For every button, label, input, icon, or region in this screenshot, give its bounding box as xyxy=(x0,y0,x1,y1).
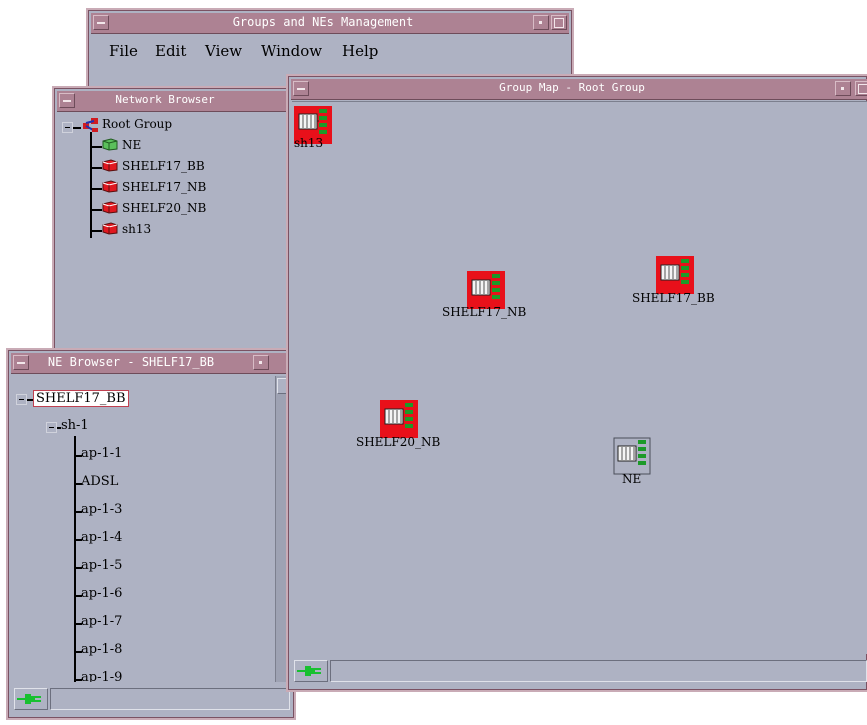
network-tree: Root Group NE SHELF17_BB SHELF17_NB SHEL… xyxy=(58,114,286,360)
map-node-label: NE xyxy=(622,472,642,486)
groups-window-title: Groups and NEs Management xyxy=(232,15,414,29)
group-map-status-bar xyxy=(292,658,867,684)
slot-item[interactable]: ap-1-9 xyxy=(81,670,122,682)
root-group-label[interactable]: Root Group xyxy=(102,117,172,131)
slot-item[interactable]: ap-1-3 xyxy=(81,502,122,517)
ne-red-icon xyxy=(102,222,118,235)
minimize-button[interactable] xyxy=(253,355,269,370)
slot-item[interactable]: ap-1-8 xyxy=(81,642,122,657)
tree-item-label[interactable]: SHELF17_NB xyxy=(122,180,206,194)
ne-root-label[interactable]: SHELF17_BB xyxy=(33,390,129,407)
menu-file[interactable]: File xyxy=(109,42,138,60)
shelf-label[interactable]: sh-1 xyxy=(61,418,89,433)
minimize-button[interactable] xyxy=(533,15,549,30)
maximize-button[interactable] xyxy=(855,81,867,96)
tree-connector xyxy=(90,188,102,190)
collapse-root-toggle[interactable] xyxy=(62,122,73,133)
map-node-icon[interactable] xyxy=(613,437,651,475)
ne-browser-status-bar xyxy=(12,686,290,712)
collapse-shelf-toggle[interactable] xyxy=(16,394,27,405)
group-map-window: Group Map - Root Group sh13 SHELF17_NB S… xyxy=(286,74,867,692)
slot-item[interactable]: ap-1-6 xyxy=(81,586,122,601)
root-group-icon xyxy=(83,118,98,132)
tree-connector xyxy=(74,436,76,682)
ne-red-icon xyxy=(102,201,118,214)
connection-plug-icon xyxy=(294,660,328,682)
map-node-icon[interactable] xyxy=(380,400,418,438)
status-message-field xyxy=(330,660,867,682)
connection-plug-icon xyxy=(14,688,48,710)
group-map-title: Group Map - Root Group xyxy=(499,81,645,94)
network-browser-window: Network Browser Root Group NE SHELF17_BB xyxy=(52,86,292,366)
tree-connector xyxy=(90,167,102,169)
map-node-label: SHELF17_BB xyxy=(632,291,715,305)
tree-connector xyxy=(90,209,102,211)
ne-browser-window: NE Browser - SHELF17_BB SHELF17_BB sh-1 … xyxy=(6,348,296,720)
tree-connector xyxy=(73,127,81,129)
map-node-icon[interactable] xyxy=(656,256,694,294)
window-menu-button[interactable] xyxy=(93,15,109,30)
collapse-sh1-toggle[interactable] xyxy=(46,422,57,433)
ne-red-icon xyxy=(102,159,118,172)
ne-browser-title: NE Browser - SHELF17_BB xyxy=(47,355,215,369)
minimize-button[interactable] xyxy=(835,81,851,96)
groups-title-bar[interactable]: Groups and NEs Management xyxy=(91,13,569,34)
menu-edit[interactable]: Edit xyxy=(155,42,186,60)
ne-green-icon xyxy=(102,138,118,151)
ne-tree: SHELF17_BB sh-1 ap-1-1 ADSL ap-1-3 ap-1-… xyxy=(12,376,274,682)
group-map-title-bar[interactable]: Group Map - Root Group xyxy=(291,79,867,100)
map-node-label: sh13 xyxy=(294,136,324,150)
slot-item[interactable]: ap-1-7 xyxy=(81,614,122,629)
menu-bar: File Edit View Window Help xyxy=(91,34,569,64)
window-menu-button[interactable] xyxy=(13,355,29,370)
maximize-button[interactable] xyxy=(551,15,567,30)
slot-item[interactable]: ap-1-4 xyxy=(81,530,122,545)
window-menu-button[interactable] xyxy=(293,81,309,96)
status-message-field xyxy=(50,688,290,710)
map-node-label: SHELF17_NB xyxy=(442,305,527,319)
tree-item-label[interactable]: sh13 xyxy=(122,222,151,236)
ne-browser-title-bar[interactable]: NE Browser - SHELF17_BB xyxy=(11,353,291,374)
menu-view[interactable]: View xyxy=(205,42,242,60)
tree-item-label[interactable]: SHELF20_NB xyxy=(122,201,206,215)
network-browser-title-bar[interactable]: Network Browser xyxy=(57,91,287,112)
window-menu-button[interactable] xyxy=(59,93,75,108)
tree-item-label[interactable]: NE xyxy=(122,138,141,152)
map-node-label: SHELF20_NB xyxy=(356,435,441,449)
menu-help[interactable]: Help xyxy=(342,42,378,60)
menu-window[interactable]: Window xyxy=(261,42,322,60)
group-map-canvas[interactable]: sh13 SHELF17_NB SHELF17_BB SHELF20_NB NE xyxy=(292,101,867,654)
slot-item[interactable]: ap-1-1 xyxy=(81,446,122,461)
slot-item[interactable]: ADSL xyxy=(81,474,118,489)
tree-item-label[interactable]: SHELF17_BB xyxy=(122,159,205,173)
tree-connector xyxy=(90,146,102,148)
ne-red-icon xyxy=(102,180,118,193)
map-node-icon[interactable] xyxy=(467,271,505,309)
network-browser-title: Network Browser xyxy=(115,93,215,106)
slot-item[interactable]: ap-1-5 xyxy=(81,558,122,573)
tree-connector xyxy=(90,230,102,232)
